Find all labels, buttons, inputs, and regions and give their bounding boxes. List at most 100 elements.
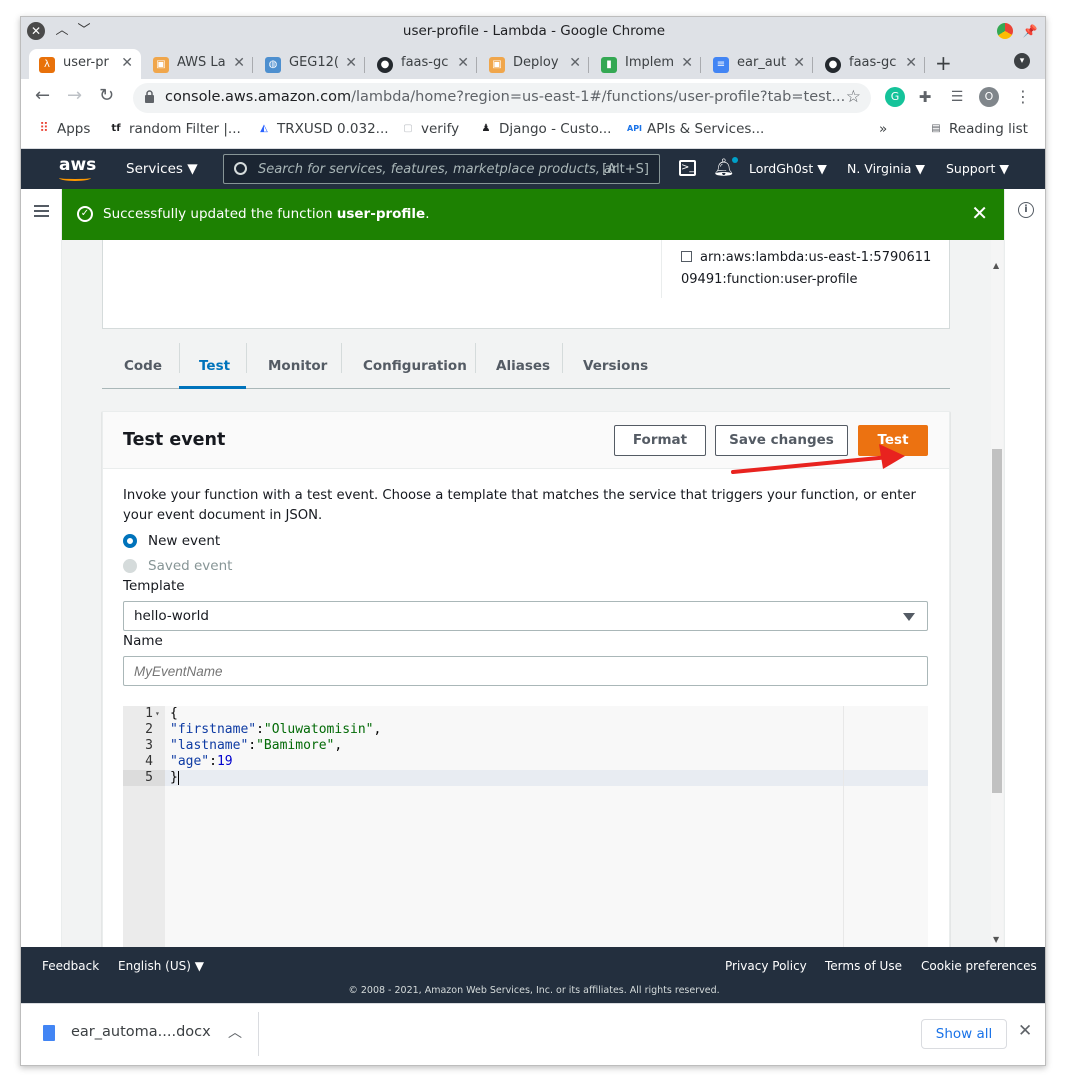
download-options-chevron-icon[interactable]: ︿ xyxy=(228,1022,242,1042)
terms-of-use-link[interactable]: Terms of Use xyxy=(825,959,902,973)
page-viewport: aws Services ▼ Search for services, feat… xyxy=(21,149,1045,947)
reading-list-toolbar-icon[interactable]: ☰ xyxy=(947,87,967,107)
dismiss-close-icon[interactable]: ✕ xyxy=(971,201,988,225)
json-key: "age" xyxy=(170,754,210,769)
tab-code[interactable]: Code xyxy=(124,358,162,374)
tab-label: ear_aut xyxy=(737,55,787,70)
bookmark-item[interactable]: tf random Filter |... xyxy=(109,121,240,137)
bookmark-item[interactable]: ◭ TRXUSD 0.032... xyxy=(257,121,388,137)
event-name-input[interactable] xyxy=(123,656,928,686)
scroll-up-arrow-icon[interactable]: ▲ xyxy=(993,261,999,270)
bookmark-item[interactable]: ▢ verify xyxy=(401,121,459,137)
line-number: 2 xyxy=(145,722,153,737)
browser-tab[interactable]: ▮ Implem ✕ xyxy=(591,49,701,79)
browser-tab[interactable]: λ user-pr ✕ xyxy=(29,49,141,79)
browser-tab[interactable]: ▣ AWS La ✕ xyxy=(143,49,253,79)
tab-monitor[interactable]: Monitor xyxy=(268,358,327,374)
tab-close-icon[interactable]: ✕ xyxy=(233,55,245,71)
saved-event-radio[interactable]: Saved event xyxy=(123,558,232,574)
github-icon: ● xyxy=(825,57,841,73)
show-all-downloads-button[interactable]: Show all xyxy=(921,1019,1007,1049)
success-flash-banner: ✓ Successfully updated the function user… xyxy=(62,189,1004,240)
card-title: Test event xyxy=(123,430,226,450)
tab-label: faas-gc xyxy=(401,55,449,70)
language-selector[interactable]: English (US) ▼ xyxy=(118,959,204,973)
scrollbar-thumb[interactable] xyxy=(992,449,1002,793)
support-menu[interactable]: Support ▼ xyxy=(946,161,1009,176)
region-menu[interactable]: N. Virginia ▼ xyxy=(847,161,925,176)
browser-tab[interactable]: ▣ Deploy ✕ xyxy=(479,49,589,79)
tab-test[interactable]: Test xyxy=(199,358,230,374)
aws-search-input[interactable]: Search for services, features, marketpla… xyxy=(223,154,660,184)
profile-avatar[interactable]: O xyxy=(979,87,999,107)
tab-close-icon[interactable]: ✕ xyxy=(569,55,581,71)
copy-icon[interactable] xyxy=(681,251,692,262)
grammarly-icon[interactable]: G xyxy=(885,87,905,107)
info-icon[interactable]: i xyxy=(1018,202,1034,218)
tab-close-icon[interactable]: ✕ xyxy=(121,55,133,71)
scroll-down-arrow-icon[interactable]: ▼ xyxy=(993,935,999,944)
language-label: English (US) xyxy=(118,959,191,973)
function-arn: arn:aws:lambda:us-east-1:5790611 09491:f… xyxy=(681,247,941,291)
back-button[interactable]: ← xyxy=(35,85,50,106)
lambda-icon: λ xyxy=(39,57,55,73)
tab-configuration[interactable]: Configuration xyxy=(363,358,467,374)
browser-tab[interactable]: ≡ ear_aut ✕ xyxy=(703,49,813,79)
forward-button[interactable]: → xyxy=(67,85,82,106)
json-key: "firstname" xyxy=(170,722,257,737)
tab-aliases[interactable]: Aliases xyxy=(496,358,550,374)
aws-logo[interactable]: aws xyxy=(59,155,96,181)
download-item[interactable]: ear_automa....docx xyxy=(43,1024,211,1041)
new-tab-button[interactable]: + xyxy=(935,51,952,75)
tab-close-icon[interactable]: ✕ xyxy=(345,55,357,71)
address-bar[interactable]: console.aws.amazon.com/lambda/home?regio… xyxy=(133,83,871,113)
privacy-policy-link[interactable]: Privacy Policy xyxy=(725,959,807,973)
new-event-radio[interactable]: New event xyxy=(123,533,220,549)
search-shortcut: [Alt+S] xyxy=(602,162,649,177)
tab-close-icon[interactable]: ✕ xyxy=(681,55,693,71)
reading-list-button[interactable]: ▤ Reading list xyxy=(929,121,1028,137)
services-menu[interactable]: Services ▼ xyxy=(126,161,198,177)
bookmark-green-icon: ▮ xyxy=(601,57,617,73)
template-selected-value: hello-world xyxy=(134,608,209,624)
tab-close-icon[interactable]: ✕ xyxy=(905,55,917,71)
bookmark-apps[interactable]: ⠿ Apps xyxy=(37,121,90,137)
download-filename: ear_automa....docx xyxy=(71,1024,211,1040)
test-button[interactable]: Test xyxy=(858,425,928,456)
browser-tab[interactable]: ● faas-gc ✕ xyxy=(815,49,925,79)
copyright-text: © 2008 - 2021, Amazon Web Services, Inc.… xyxy=(348,985,720,996)
bookmark-star-icon[interactable]: ☆ xyxy=(846,87,861,107)
fold-arrow-icon[interactable]: ▾ xyxy=(155,709,160,718)
browser-tab[interactable]: ◍ GEG12( ✕ xyxy=(255,49,365,79)
extensions-puzzle-icon[interactable]: ✚ xyxy=(915,87,935,107)
feedback-link[interactable]: Feedback xyxy=(42,959,99,973)
json-code-editor[interactable]: 1 ▾ 2 3 4 5 { "firstname":"Oluwatomisin"… xyxy=(123,706,928,947)
caret-down-icon: ▼ xyxy=(187,161,198,177)
template-select[interactable]: hello-world xyxy=(123,601,928,631)
bookmark-item[interactable]: API APIs & Services... xyxy=(627,121,764,137)
url-path: /lambda/home?region=us-east-1#/functions… xyxy=(351,89,846,105)
notifications-bell-icon[interactable]: 🔔︎ xyxy=(713,157,738,178)
json-value: "Bamimore" xyxy=(256,738,335,753)
reload-button[interactable]: ↻ xyxy=(99,85,114,106)
json-value: "Oluwatomisin" xyxy=(263,722,374,737)
search-placeholder: Search for services, features, marketpla… xyxy=(258,162,618,177)
hamburger-menu-icon[interactable] xyxy=(34,205,49,207)
cookie-preferences-link[interactable]: Cookie preferences xyxy=(921,959,1037,973)
format-button[interactable]: Format xyxy=(614,425,706,456)
browser-tab[interactable]: ● faas-gc ✕ xyxy=(367,49,477,79)
bookmark-item[interactable]: ♟ Django - Custo... xyxy=(479,121,612,137)
more-menu-icon[interactable]: ⋮ xyxy=(1013,87,1033,107)
tab-close-icon[interactable]: ✕ xyxy=(793,55,805,71)
save-changes-button[interactable]: Save changes xyxy=(715,425,848,456)
reading-list-label: Reading list xyxy=(949,121,1028,137)
cloudshell-icon[interactable]: >_ xyxy=(679,160,696,176)
account-menu[interactable]: LordGh0st ▼ xyxy=(749,161,827,176)
tab-search-icon[interactable]: ▾ xyxy=(1014,53,1030,69)
tab-close-icon[interactable]: ✕ xyxy=(457,55,469,71)
pin-icon[interactable]: 📌 xyxy=(1021,22,1039,40)
tab-versions[interactable]: Versions xyxy=(583,358,648,374)
docs-icon: ≡ xyxy=(713,57,729,73)
tab-label: Implem xyxy=(625,55,675,70)
close-downloads-bar-icon[interactable]: ✕ xyxy=(1018,1021,1032,1041)
